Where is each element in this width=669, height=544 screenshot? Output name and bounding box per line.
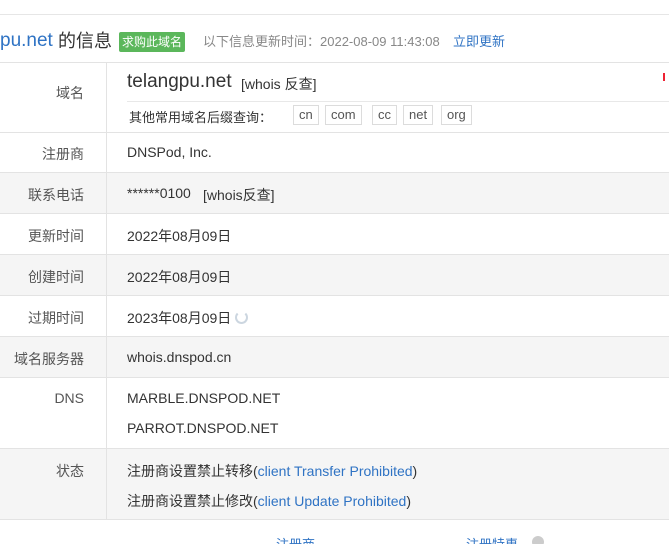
update-now-link[interactable]: 立即更新 [453,33,505,51]
domain-name: telangpu.net [127,71,232,92]
refresh-icon[interactable] [235,311,249,324]
status-code-link[interactable]: client Transfer Prohibited [258,463,413,479]
whois-server-value: whois.dnspod.cn [127,349,232,365]
status-close: ) [406,493,411,509]
buy-domain-button[interactable]: 求购此域名 [119,32,186,52]
dns-server-2: PARROT.DNSPOD.NET [127,420,279,436]
dns-server-1: MARBLE.DNSPOD.NET [127,390,281,406]
status-text: 注册商设置禁止转移( [127,463,258,479]
row-label-cell: 域名 [0,63,107,132]
row-label-cell: 域名服务器 [0,337,107,377]
suffix-cc[interactable]: cc [372,105,397,125]
status-close: ) [412,463,418,479]
row-registrar: 注册商 DNSPod, Inc. [0,132,669,173]
label-updated: 更新时间 [28,228,84,244]
phone-value: ******0100 [127,185,191,201]
label-domain: 域名 [56,85,84,101]
registrar-value: DNSPod, Inc. [127,144,212,160]
suffix-org[interactable]: org [441,105,472,125]
status-item: 注册商设置禁止转移(client Transfer Prohibited) [127,461,417,481]
row-label-cell: 状态 [0,449,107,519]
page-header: pu.net 的信息 求购此域名 以下信息更新时间：2022-08-09 11:… [0,28,669,58]
row-updated: 更新时间 2022年08月09日 [0,214,669,255]
top-divider [0,14,669,15]
suffix-query: 其他常用域名后缀查询： cn com cc net org [127,101,669,129]
label-status: 状态 [56,463,84,479]
phone-whois-link[interactable]: [whois反查] [203,185,275,205]
suffix-com[interactable]: com [325,105,362,125]
created-value: 2022年08月09日 [127,269,232,285]
row-status: 状态 注册商设置禁止转移(client Transfer Prohibited)… [0,449,669,520]
expires-value-wrap: 2023年08月09日 [127,308,249,328]
row-label-cell: 联系电话 [0,173,107,213]
label-dns: DNS [54,390,84,406]
help-icon[interactable] [532,536,544,544]
status-text: 注册商设置禁止修改( [127,493,258,509]
suffix-net[interactable]: net [403,105,434,125]
whois-table: 域名 telangpu.net [whois 反查] 其他常用域名后缀查询： c… [0,62,669,520]
row-domain: 域名 telangpu.net [whois 反查] 其他常用域名后缀查询： c… [0,63,669,133]
label-registrar: 注册商 [42,146,84,162]
row-created: 创建时间 2022年08月09日 [0,255,669,296]
row-label-cell: 更新时间 [0,214,107,254]
status-item: 注册商设置禁止修改(client Update Prohibited) [127,491,411,511]
row-label-cell: 创建时间 [0,255,107,295]
whois-reverse-link[interactable]: [whois 反查] [241,74,316,94]
row-expires: 过期时间 2023年08月09日 [0,296,669,337]
update-time-info: 以下信息更新时间：2022-08-09 11:43:08 [203,34,440,49]
suffix-cn[interactable]: cn [293,105,319,125]
page-title-suffix: 的信息 [58,31,112,51]
suffix-query-label: 其他常用域名后缀查询： [129,110,273,125]
row-whois-server: 域名服务器 whois.dnspod.cn [0,337,669,378]
expires-value: 2023年08月09日 [127,310,232,326]
row-label-cell: DNS [0,378,107,448]
row-label-cell: 注册商 [0,132,107,172]
footer-offer-link[interactable]: 注册特惠 [466,534,518,544]
footer-registrar-link[interactable]: 注册商 [276,534,315,544]
row-phone: 联系电话 ******0100 [whois反查] [0,173,669,214]
label-phone: 联系电话 [28,187,84,203]
status-code-link[interactable]: client Update Prohibited [258,493,407,509]
footer-links: 注册商 注册特惠 [0,534,669,544]
label-whois-server: 域名服务器 [14,351,84,367]
label-created: 创建时间 [28,269,84,285]
updated-value: 2022年08月09日 [127,228,232,244]
row-label-cell: 过期时间 [0,296,107,336]
label-expires: 过期时间 [28,310,84,326]
page-title-domain[interactable]: pu.net [0,28,53,54]
row-dns: DNS MARBLE.DNSPOD.NET PARROT.DNSPOD.NET [0,378,669,449]
